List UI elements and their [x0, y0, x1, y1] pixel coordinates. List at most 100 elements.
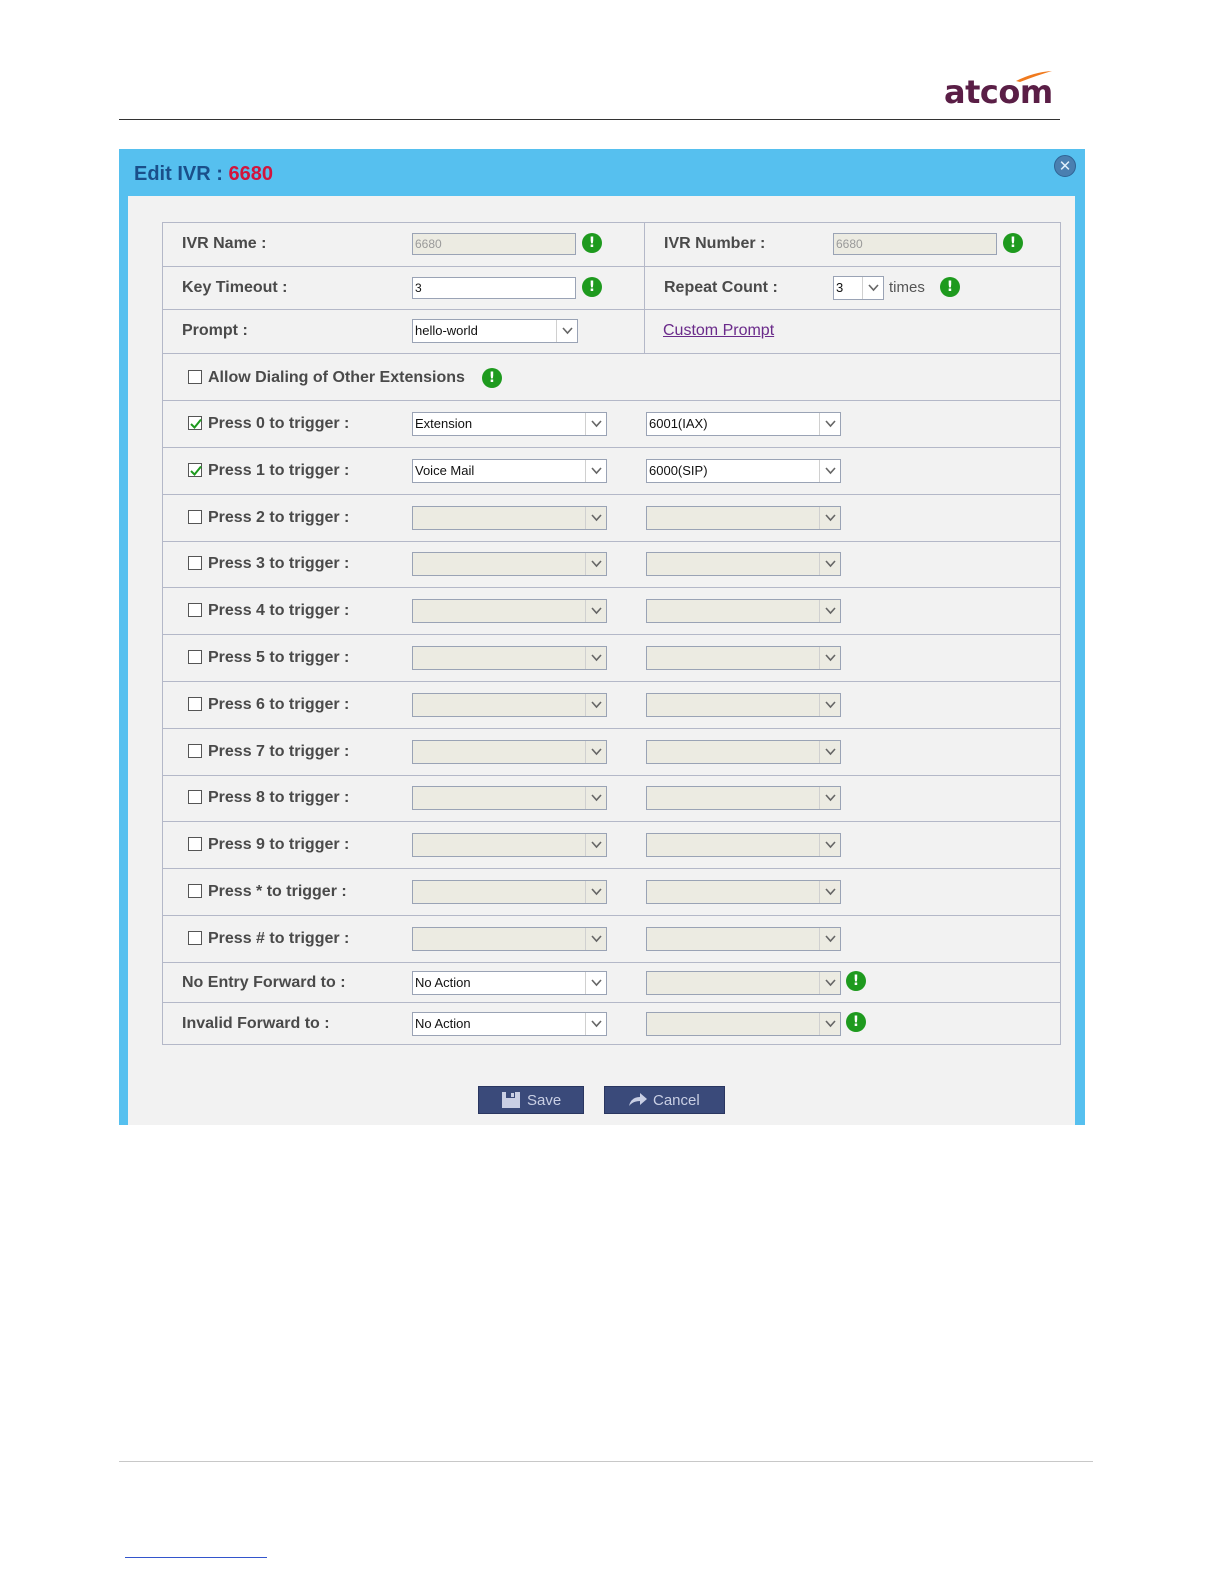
chevron-down-icon	[585, 741, 606, 763]
trigger-checkbox[interactable]	[188, 463, 202, 477]
trigger-row: Press 1 to trigger : Voice Mail 6000(SIP)	[163, 448, 1060, 495]
repeat-count-select[interactable]: 3	[833, 276, 884, 300]
invalid-action-select[interactable]: No Action	[412, 1012, 607, 1036]
trigger-action-select[interactable]	[412, 693, 607, 717]
trigger-action-select[interactable]	[412, 927, 607, 951]
row-key-timeout: Key Timeout : 3 ! Repeat Count : 3 times…	[163, 267, 1060, 310]
allow-dialing-info-icon[interactable]: !	[482, 368, 502, 388]
trigger-label: Press 0 to trigger :	[208, 415, 350, 432]
trigger-checkbox[interactable]	[188, 744, 202, 758]
close-icon[interactable]: ✕	[1054, 155, 1076, 177]
custom-prompt-link[interactable]: Custom Prompt	[663, 322, 774, 340]
trigger-checkbox[interactable]	[188, 510, 202, 524]
chevron-down-icon	[819, 834, 840, 856]
no-entry-action-select[interactable]: No Action	[412, 971, 607, 995]
trigger-action-select[interactable]	[412, 646, 607, 670]
trigger-target-select[interactable]	[646, 506, 841, 530]
key-timeout-info-icon[interactable]: !	[582, 277, 602, 297]
trigger-checkbox[interactable]	[188, 603, 202, 617]
trigger-action-select[interactable]: Extension	[412, 412, 607, 436]
trigger-action-select[interactable]	[412, 880, 607, 904]
invalid-target-select[interactable]	[646, 1012, 841, 1036]
ivr-number-input[interactable]: 6680	[833, 233, 997, 255]
ivr-settings-table: IVR Name : 6680 ! IVR Number : 6680 ! Ke…	[162, 222, 1061, 1045]
trigger-target-select[interactable]	[646, 693, 841, 717]
cancel-button[interactable]: Cancel	[604, 1086, 725, 1114]
trigger-target-select[interactable]: 6001(IAX)	[646, 412, 841, 436]
dialog-body: IVR Name : 6680 ! IVR Number : 6680 ! Ke…	[128, 196, 1075, 1125]
chevron-down-icon	[585, 1013, 606, 1035]
chevron-down-icon	[819, 694, 840, 716]
trigger-target-select[interactable]	[646, 599, 841, 623]
trigger-target-select[interactable]	[646, 786, 841, 810]
trigger-action-select[interactable]: Voice Mail	[412, 459, 607, 483]
trigger-target-select[interactable]	[646, 880, 841, 904]
trigger-checkbox[interactable]	[188, 697, 202, 711]
repeat-count-suffix: times	[889, 279, 925, 296]
invalid-forward-label: Invalid Forward to :	[182, 1015, 330, 1032]
save-button[interactable]: Save	[478, 1086, 584, 1114]
trigger-action-select[interactable]	[412, 506, 607, 530]
trigger-checkbox[interactable]	[188, 650, 202, 664]
invalid-forward-info-icon[interactable]: !	[846, 1012, 866, 1032]
trigger-row: Press * to trigger :	[163, 869, 1060, 916]
trigger-action-value: Voice Mail	[415, 463, 475, 478]
trigger-label: Press 7 to trigger :	[208, 743, 350, 760]
chevron-down-icon	[585, 787, 606, 809]
dialog-title-prefix: Edit IVR :	[134, 163, 229, 185]
chevron-down-icon	[585, 460, 606, 482]
trigger-target-select[interactable]	[646, 646, 841, 670]
trigger-checkbox[interactable]	[188, 790, 202, 804]
trigger-checkbox[interactable]	[188, 837, 202, 851]
trigger-label: Press # to trigger :	[208, 930, 350, 947]
trigger-action-value: Extension	[415, 416, 473, 431]
chevron-down-icon	[819, 741, 840, 763]
dialog-title-number: 6680	[228, 163, 273, 185]
trigger-row: Press 5 to trigger :	[163, 635, 1060, 682]
chevron-down-icon	[819, 460, 840, 482]
chevron-down-icon	[819, 413, 840, 435]
trigger-label: Press 4 to trigger :	[208, 602, 350, 619]
chevron-down-icon	[862, 277, 883, 299]
trigger-target-value: 6001(IAX)	[649, 416, 708, 431]
repeat-count-value: 3	[836, 280, 844, 295]
trigger-checkbox[interactable]	[188, 556, 202, 570]
trigger-checkbox[interactable]	[188, 931, 202, 945]
trigger-checkbox[interactable]	[188, 884, 202, 898]
trigger-target-select[interactable]	[646, 552, 841, 576]
trigger-target-select[interactable]	[646, 833, 841, 857]
trigger-target-select[interactable]: 6000(SIP)	[646, 459, 841, 483]
ivr-name-info-icon[interactable]: !	[582, 233, 602, 253]
ivr-number-info-icon[interactable]: !	[1003, 233, 1023, 253]
trigger-action-select[interactable]	[412, 599, 607, 623]
trigger-action-select[interactable]	[412, 786, 607, 810]
ivr-name-input[interactable]: 6680	[412, 233, 576, 255]
trigger-action-select[interactable]	[412, 552, 607, 576]
repeat-count-info-icon[interactable]: !	[940, 277, 960, 297]
chevron-down-icon	[585, 694, 606, 716]
trigger-checkbox[interactable]	[188, 416, 202, 430]
no-entry-target-select[interactable]	[646, 971, 841, 995]
allow-dialing-checkbox[interactable]	[188, 370, 202, 384]
ivr-number-label: IVR Number :	[664, 235, 766, 252]
chevron-down-icon	[819, 553, 840, 575]
chevron-down-icon	[585, 972, 606, 994]
prompt-select[interactable]: hello-world	[412, 319, 578, 343]
trigger-action-select[interactable]	[412, 740, 607, 764]
chevron-down-icon	[585, 647, 606, 669]
chevron-down-icon	[585, 928, 606, 950]
trigger-row: Press 9 to trigger :	[163, 822, 1060, 869]
key-timeout-input[interactable]: 3	[412, 277, 576, 299]
trigger-target-value: 6000(SIP)	[649, 463, 708, 478]
trigger-label: Press * to trigger :	[208, 883, 347, 900]
row-invalid-forward: Invalid Forward to : No Action !	[163, 1003, 1060, 1044]
edit-ivr-dialog: Edit IVR : 6680 ✕ IVR Name : 6680 ! IVR …	[119, 149, 1085, 1125]
trigger-action-select[interactable]	[412, 833, 607, 857]
trigger-target-select[interactable]	[646, 927, 841, 951]
atcom-logo: atcom	[944, 70, 1056, 110]
save-button-label: Save	[527, 1092, 562, 1109]
trigger-target-select[interactable]	[646, 740, 841, 764]
no-entry-forward-label: No Entry Forward to :	[182, 974, 346, 991]
no-entry-info-icon[interactable]: !	[846, 971, 866, 991]
trigger-row: Press 6 to trigger :	[163, 682, 1060, 729]
